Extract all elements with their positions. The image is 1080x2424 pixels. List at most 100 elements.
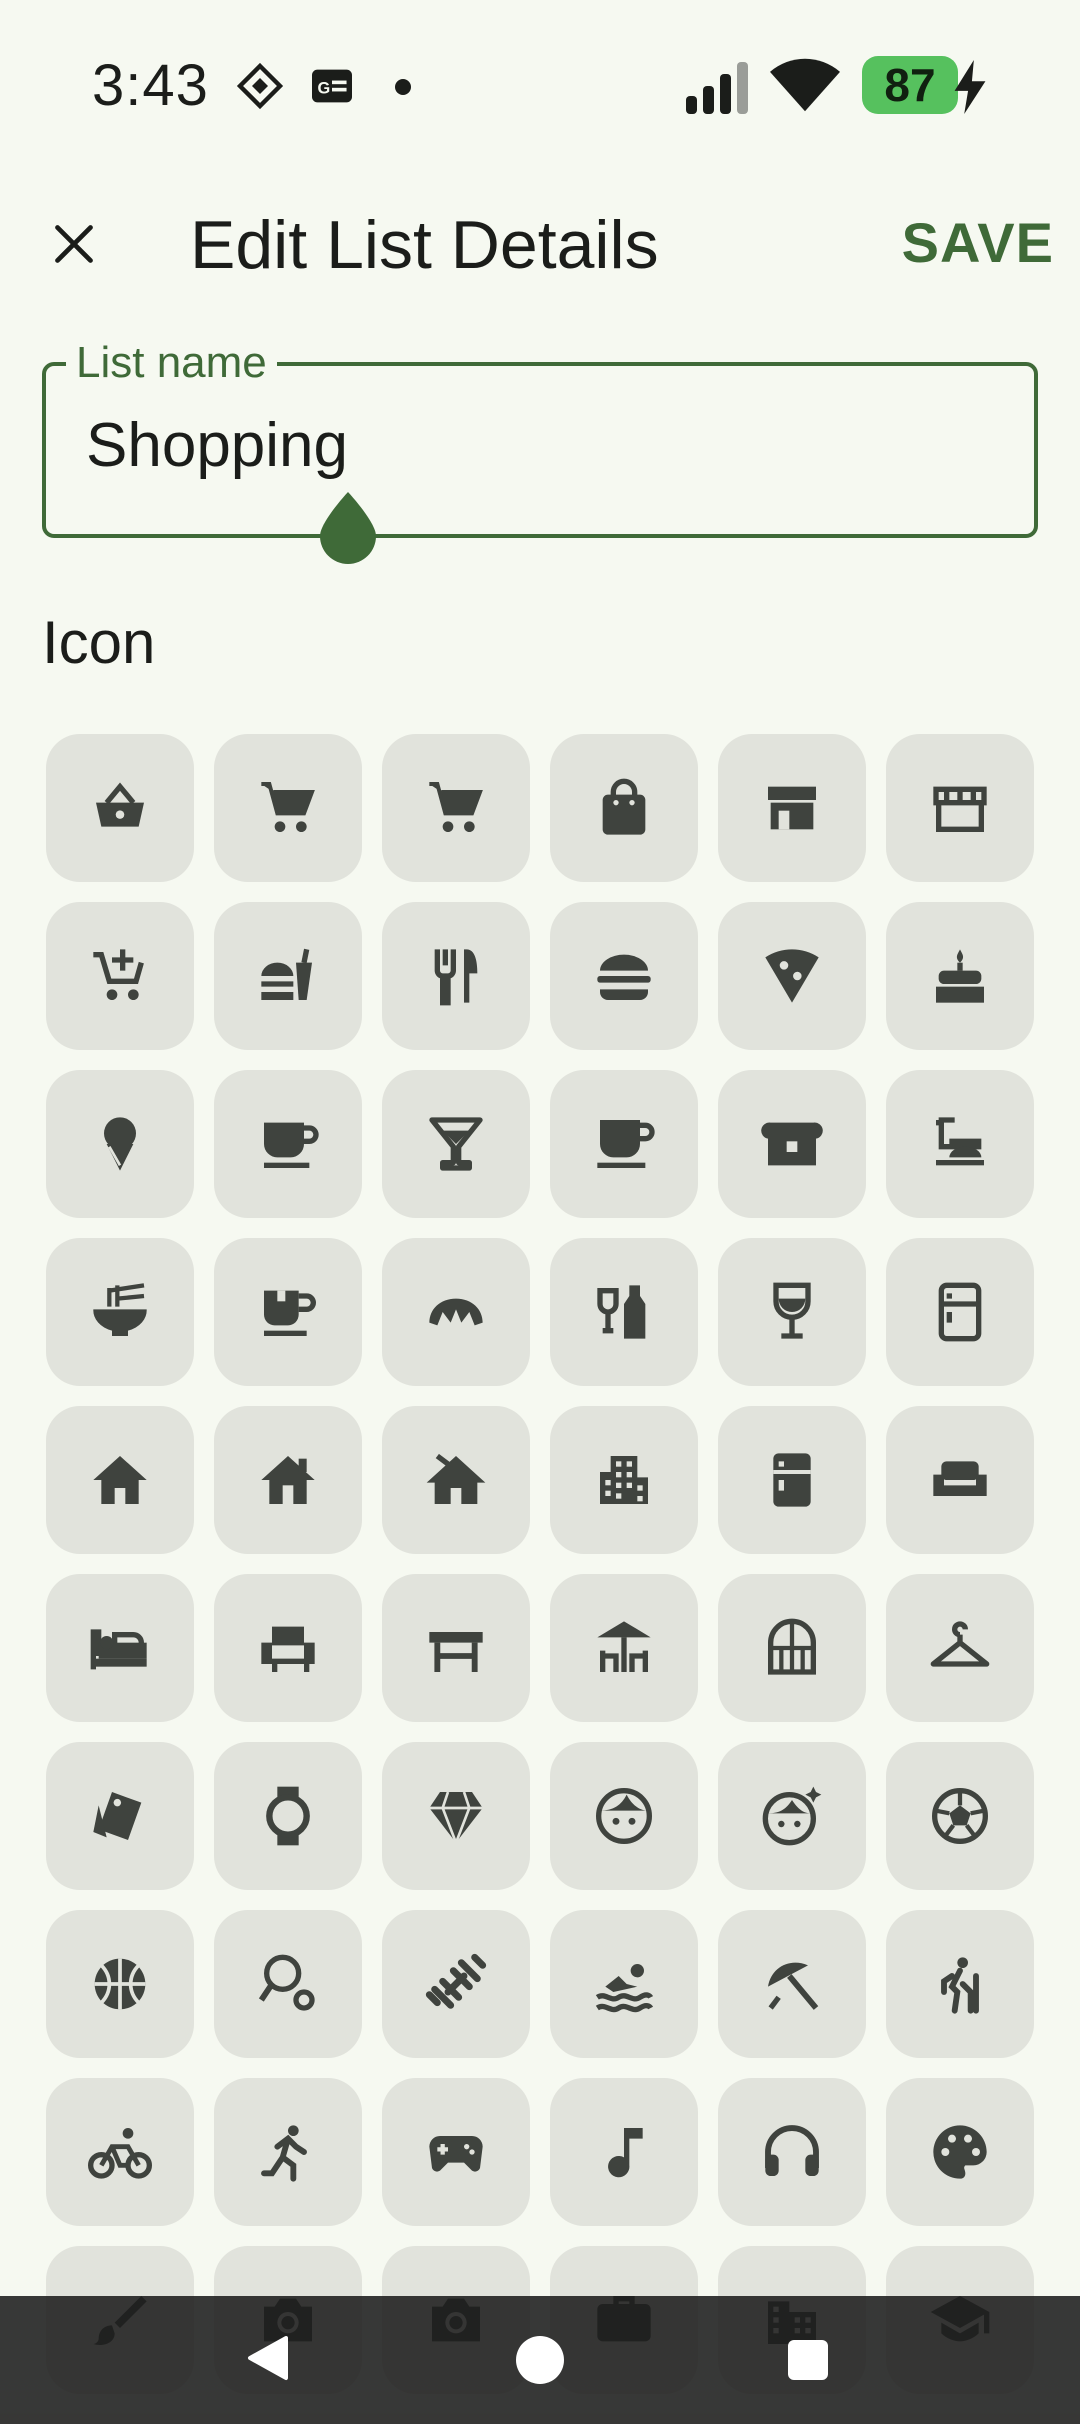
- restaurant-icon: [434, 949, 478, 1006]
- icon-option-chair[interactable]: [214, 1574, 362, 1722]
- icon-option-shopping-bag[interactable]: [550, 734, 698, 882]
- cake-icon: [936, 949, 984, 1003]
- basketball-icon: [94, 1958, 146, 2010]
- style-icon: [93, 1792, 142, 1840]
- icon-option-fitness[interactable]: [382, 1910, 530, 2058]
- recents-button[interactable]: [788, 2340, 828, 2380]
- icon-option-cart-outline[interactable]: [382, 734, 530, 882]
- icon-option-storefront[interactable]: [718, 734, 866, 882]
- cart-icon: [261, 782, 315, 832]
- icon-option-deck[interactable]: [550, 1574, 698, 1722]
- icon-option-emoji-food-beverage[interactable]: [214, 1238, 362, 1386]
- icon-option-soccer[interactable]: [886, 1742, 1034, 1890]
- icon-option-icecream[interactable]: [46, 1070, 194, 1218]
- launcher-icon: [236, 62, 284, 110]
- close-button[interactable]: [40, 210, 108, 278]
- icon-option-bakery-dining[interactable]: [718, 1070, 866, 1218]
- dot-icon: [395, 79, 411, 95]
- videogame-icon: [429, 2136, 483, 2172]
- add-shopping-cart-icon: [93, 949, 144, 1000]
- battery-icon: 87: [862, 56, 958, 114]
- text-cursor-handle[interactable]: [318, 492, 378, 564]
- icon-option-cottage[interactable]: [382, 1406, 530, 1554]
- icon-option-bed[interactable]: [46, 1574, 194, 1722]
- deck-icon: [597, 1621, 651, 1672]
- icon-option-bike[interactable]: [46, 2078, 194, 2226]
- icon-option-ramen-dining[interactable]: [46, 1238, 194, 1386]
- icon-option-home-repair[interactable]: [214, 1406, 362, 1554]
- diamond-icon: [429, 1791, 483, 1847]
- cottage-icon: [426, 1453, 486, 1504]
- lunch-dining-icon: [597, 954, 651, 1000]
- apartment-icon: [600, 1456, 648, 1504]
- icon-option-local-cafe[interactable]: [550, 1070, 698, 1218]
- beach-access-icon: [768, 1962, 819, 2010]
- icecream-icon: [104, 1117, 136, 1171]
- bike-icon: [88, 2128, 152, 2179]
- icon-option-face[interactable]: [550, 1742, 698, 1890]
- bed-icon: [90, 1629, 147, 1670]
- local-pizza-icon: [765, 949, 819, 1003]
- icon-option-home[interactable]: [46, 1406, 194, 1554]
- icon-option-music-note[interactable]: [550, 2078, 698, 2226]
- list-name-field[interactable]: List name: [42, 338, 1038, 538]
- fitness-icon: [425, 1953, 487, 2009]
- icon-option-palette[interactable]: [886, 2078, 1034, 2226]
- signal-icon: [686, 62, 748, 114]
- fastfood-icon: [261, 948, 312, 1000]
- icon-option-kitchen[interactable]: [718, 1406, 866, 1554]
- icon-option-tennis[interactable]: [214, 1910, 362, 2058]
- icon-option-wine-bar[interactable]: [718, 1238, 866, 1386]
- icon-option-weekend[interactable]: [886, 1406, 1034, 1554]
- liquor-icon: [597, 1285, 646, 1339]
- edit-list-screen: 3:43 G 87 Edit List Details SAVE List na…: [0, 0, 1080, 2424]
- icon-option-room-service[interactable]: [886, 1070, 1034, 1218]
- weekend-icon: [933, 1461, 987, 1496]
- icon-option-directions-run[interactable]: [214, 2078, 362, 2226]
- news-icon: G: [312, 69, 352, 103]
- icon-option-add-shopping-cart[interactable]: [46, 902, 194, 1050]
- icon-option-door-front[interactable]: [718, 1574, 866, 1722]
- icon-option-kitchen-outline[interactable]: [886, 1238, 1034, 1386]
- back-icon[interactable]: [246, 2334, 290, 2382]
- icon-option-checkroom[interactable]: [886, 1574, 1034, 1722]
- icon-option-restaurant[interactable]: [382, 902, 530, 1050]
- icon-option-local-bar[interactable]: [382, 1070, 530, 1218]
- icon-option-videogame[interactable]: [382, 2078, 530, 2226]
- save-button[interactable]: SAVE: [902, 210, 1054, 275]
- icon-option-hiking[interactable]: [886, 1910, 1034, 2058]
- icon-option-coffee[interactable]: [214, 1070, 362, 1218]
- coffee-icon: [264, 1122, 319, 1168]
- icon-option-apartment[interactable]: [550, 1406, 698, 1554]
- home-button[interactable]: [516, 2336, 564, 2384]
- cart-outline-icon: [429, 782, 483, 832]
- icon-option-liquor[interactable]: [550, 1238, 698, 1386]
- icon-option-croissant[interactable]: [382, 1238, 530, 1386]
- icon-option-pool[interactable]: [550, 1910, 698, 2058]
- icon-option-style[interactable]: [46, 1742, 194, 1890]
- icon-option-beach-access[interactable]: [718, 1910, 866, 2058]
- icon-option-local-pizza[interactable]: [718, 902, 866, 1050]
- shopping-bag-icon: [602, 778, 646, 835]
- ramen-dining-icon: [93, 1283, 147, 1336]
- icon-option-headphones[interactable]: [718, 2078, 866, 2226]
- list-name-label: List name: [66, 338, 277, 388]
- headphones-icon: [765, 2125, 819, 2176]
- list-name-input[interactable]: [86, 410, 986, 481]
- icon-option-table-restaurant[interactable]: [382, 1574, 530, 1722]
- icon-option-basketball[interactable]: [46, 1910, 194, 2058]
- icon-option-storefront-outline[interactable]: [886, 734, 1034, 882]
- icon-option-cake[interactable]: [886, 902, 1034, 1050]
- icon-option-diamond[interactable]: [382, 1742, 530, 1890]
- icon-option-basket[interactable]: [46, 734, 194, 882]
- icon-option-cart[interactable]: [214, 734, 362, 882]
- storefront-icon: [768, 786, 816, 830]
- watch-icon: [266, 1786, 310, 1846]
- icon-option-watch[interactable]: [214, 1742, 362, 1890]
- emoji-food-beverage-icon: [264, 1290, 316, 1336]
- icon-option-fastfood[interactable]: [214, 902, 362, 1050]
- icon-option-lunch-dining[interactable]: [550, 902, 698, 1050]
- charging-icon: [954, 60, 986, 114]
- icon-option-face-sparkle[interactable]: [718, 1742, 866, 1890]
- soccer-icon: [932, 1788, 988, 1844]
